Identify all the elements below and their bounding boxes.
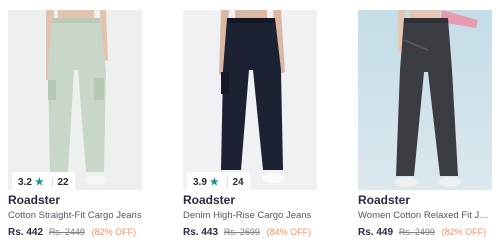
product-grid: 3.2 ★ | 22 Roadster Cotton Straight-Fit … [0, 0, 500, 243]
price-row: Rs. 443 Rs. 2699 (84% OFF) [183, 227, 323, 238]
product-mrp: Rs. 2699 [223, 227, 260, 237]
rating-badge: 3.2 ★ | 22 [12, 172, 75, 190]
product-discount: (82% OFF) [91, 227, 137, 237]
product-name: Denim High-Rise Cargo Jeans [183, 210, 312, 221]
product-discount: (84% OFF) [266, 227, 312, 237]
product-photo-jeans [46, 10, 108, 185]
product-photo-jeans [395, 10, 478, 187]
rating-divider: | [50, 176, 54, 188]
product-image[interactable]: 3.9 ★ | 24 [183, 10, 317, 190]
product-brand: Roadster [358, 193, 411, 207]
price-row: Rs. 449 Rs. 2499 (82% OFF) [358, 227, 498, 238]
rating-count: 24 [232, 176, 244, 188]
rating-value: 3.2 [18, 176, 32, 188]
star-icon: ★ [209, 176, 219, 188]
product-brand: Roadster [183, 193, 236, 207]
product-card[interactable]: 3.9 ★ | 24 Roadster Denim High-Rise Carg… [183, 0, 317, 243]
product-discount: (82% OFF) [441, 227, 487, 237]
product-card[interactable]: 3.2 ★ | 22 Roadster Cotton Straight-Fit … [8, 0, 142, 243]
price-row: Rs. 442 Rs. 2449 (82% OFF) [8, 227, 148, 238]
rating-divider: | [225, 176, 229, 188]
product-price: Rs. 442 [8, 227, 44, 238]
product-mrp: Rs. 2499 [398, 227, 435, 237]
product-image[interactable] [358, 10, 492, 190]
rating-value: 3.9 [193, 176, 207, 188]
product-price: Rs. 443 [183, 227, 219, 238]
product-photo-jeans [219, 10, 285, 183]
product-card[interactable]: Roadster Women Cotton Relaxed Fit Jeans … [358, 0, 492, 243]
product-name: Cotton Straight-Fit Cargo Jeans [8, 210, 142, 221]
product-mrp: Rs. 2449 [48, 227, 85, 237]
product-image[interactable]: 3.2 ★ | 22 [8, 10, 142, 190]
product-price: Rs. 449 [358, 227, 394, 238]
product-name: Women Cotton Relaxed Fit Jeans [358, 210, 492, 221]
rating-badge: 3.9 ★ | 24 [187, 172, 250, 190]
product-brand: Roadster [8, 193, 61, 207]
star-icon: ★ [34, 176, 44, 188]
rating-count: 22 [57, 176, 69, 188]
